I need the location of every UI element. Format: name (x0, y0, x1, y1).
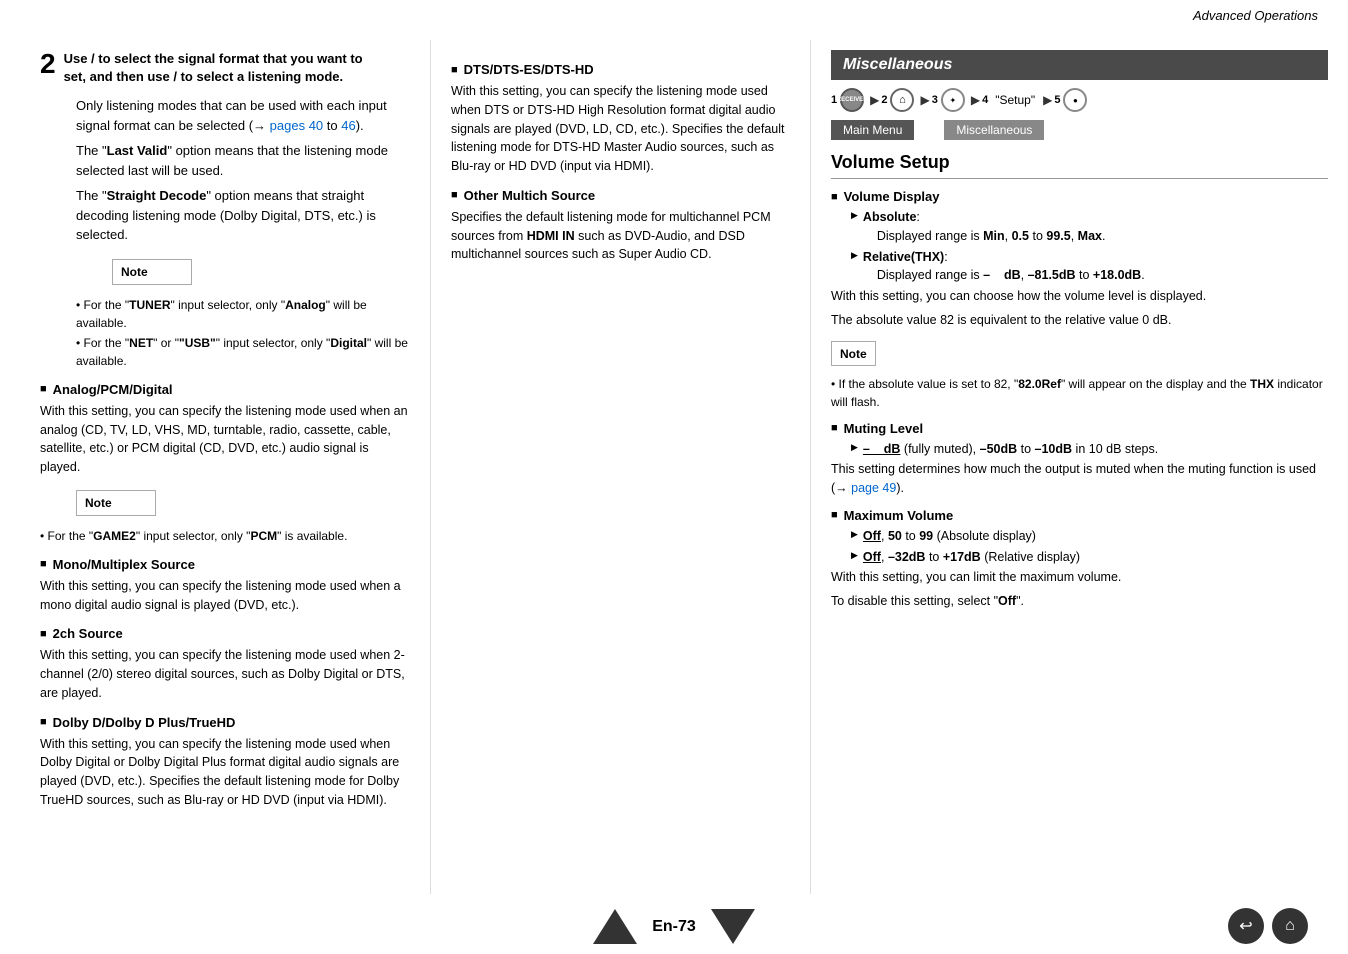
nav-step-1: 1 RECEIVER (831, 88, 866, 112)
bullet-relative-text: Relative(THX): Displayed range is – dB, … (863, 248, 1145, 286)
main-note-box: Note (112, 259, 192, 285)
volume-note-label: Note (840, 347, 867, 361)
maxvol-body1: With this setting, you can limit the max… (831, 568, 1328, 587)
analog-note-box: Note (76, 490, 156, 516)
section-mono-body: With this setting, you can specify the l… (40, 577, 410, 615)
advanced-operations-header: Advanced Operations (1193, 8, 1318, 23)
page: Advanced Operations 2 Use / to select th… (0, 0, 1348, 954)
content-area: 2 Use / to select the signal format that… (0, 40, 1348, 894)
analog-note-item-1: • For the "GAME2" input selector, only "… (40, 527, 410, 545)
back-icon[interactable]: ↩ (1228, 908, 1264, 944)
bottom-right-icons: ↩ ⌂ (1228, 908, 1308, 944)
right-column: Miscellaneous 1 RECEIVER ▶ 2 ⌂ ▶ 3 (810, 40, 1348, 894)
breadcrumb-main-menu[interactable]: Main Menu (831, 120, 914, 140)
volume-display-note-container: Note • If the absolute value is set to 8… (831, 335, 1328, 411)
main-note-content: • For the "TUNER" input selector, only "… (76, 296, 410, 370)
volume-display-note-box: Note (831, 341, 876, 366)
step-number: 2 (40, 50, 56, 78)
header-title: Advanced Operations (1193, 8, 1318, 23)
section-dolby-body: With this setting, you can specify the l… (40, 735, 410, 810)
section-multich-body: Specifies the default listening mode for… (451, 208, 790, 264)
misc-title: Miscellaneous (843, 56, 952, 73)
section-mono-heading: Mono/Multiplex Source (40, 557, 410, 572)
nav-step-5: 5 ● (1054, 88, 1089, 112)
analog-note-content: • For the "GAME2" input selector, only "… (40, 527, 410, 545)
step-intro1: Only listening modes that can be used wi… (76, 96, 410, 135)
nav-arrow-4: ▶ (1043, 93, 1052, 107)
analog-note-label: Note (85, 496, 147, 510)
note-item-1: • For the "TUNER" input selector, only "… (76, 296, 410, 332)
nav-circle-5-icon[interactable]: ● (1063, 88, 1087, 112)
next-page-button[interactable] (711, 909, 755, 944)
bullet-maxvol-1-text: Off, 50 to 99 (Absolute display) (863, 527, 1036, 546)
page-49-link[interactable]: page 49 (851, 481, 896, 495)
misc-header-box: Miscellaneous (831, 50, 1328, 80)
bullet-absolute-text: Absolute: Displayed range is Min, 0.5 to… (863, 208, 1106, 246)
main-note-container: Note • For the "TUNER" input selector, o… (76, 251, 410, 370)
bullet-absolute: Absolute: Displayed range is Min, 0.5 to… (851, 208, 1328, 246)
step-header: 2 Use / to select the signal format that… (40, 50, 410, 86)
middle-column: DTS/DTS-ES/DTS-HD With this setting, you… (430, 40, 810, 894)
volume-display-body2: The absolute value 82 is equivalent to t… (831, 311, 1328, 330)
volume-setup-title: Volume Setup (831, 152, 1328, 179)
volume-note-item-1: • If the absolute value is set to 82, "8… (831, 375, 1328, 411)
step-intro2: The "Last Valid" option means that the l… (76, 141, 410, 180)
step-line1: Use / to select the signal format that y… (64, 50, 363, 68)
bottom-nav: En-73 ↩ ⌂ (0, 894, 1348, 954)
step-intro3: The "Straight Decode" option means that … (76, 186, 410, 245)
volume-display-body1: With this setting, you can choose how th… (831, 287, 1328, 306)
maxvol-body2: To disable this setting, select "Off". (831, 592, 1328, 611)
nav-step-2: 2 ⌂ (881, 88, 916, 112)
section-2ch-body: With this setting, you can specify the l… (40, 646, 410, 702)
volume-display-note-content: • If the absolute value is set to 82, "8… (831, 375, 1328, 411)
section-dts-heading: DTS/DTS-ES/DTS-HD (451, 62, 790, 77)
setup-label: "Setup" (995, 93, 1035, 107)
bullet-maxvol-1: Off, 50 to 99 (Absolute display) (851, 527, 1328, 546)
home-bottom-icon[interactable]: ⌂ (1272, 908, 1308, 944)
note-item-2: • For the "NET" or ""USB"" input selecto… (76, 334, 410, 370)
section-2ch-heading: 2ch Source (40, 626, 410, 641)
analog-note-container: Note • For the "GAME2" input selector, o… (40, 482, 410, 545)
page-link-46[interactable]: 46 (341, 118, 355, 133)
left-column: 2 Use / to select the signal format that… (0, 40, 430, 894)
bullet-muting-text: – dB (fully muted), –50dB to –10dB in 10… (863, 440, 1158, 459)
section-muting-heading: Muting Level (831, 421, 1328, 436)
section-analog-heading: Analog/PCM/Digital (40, 382, 410, 397)
section-maxvol-heading: Maximum Volume (831, 508, 1328, 523)
bullet-muting: – dB (fully muted), –50dB to –10dB in 10… (851, 440, 1328, 459)
section-dolby-heading: Dolby D/Dolby D Plus/TrueHD (40, 715, 410, 730)
receiver-icon[interactable]: RECEIVER (840, 88, 864, 112)
nav-step-3: 3 ✦ (932, 88, 967, 112)
bullet-relative: Relative(THX): Displayed range is – dB, … (851, 248, 1328, 286)
nav-arrow-1: ▶ (870, 93, 879, 107)
muting-body: This setting determines how much the out… (831, 460, 1328, 498)
breadcrumb-bar: Main Menu Miscellaneous (831, 120, 1328, 140)
bullet-maxvol-2: Off, –32dB to +17dB (Relative display) (851, 548, 1328, 567)
note-label: Note (121, 265, 183, 279)
breadcrumb-miscellaneous[interactable]: Miscellaneous (944, 120, 1044, 140)
home-icon[interactable]: ⌂ (890, 88, 914, 112)
page-number: En-73 (652, 918, 696, 936)
section-volume-display-heading: Volume Display (831, 189, 1328, 204)
prev-page-button[interactable] (593, 909, 637, 944)
nav-step-4: 4 "Setup" (982, 93, 1039, 107)
bullet-maxvol-2-text: Off, –32dB to +17dB (Relative display) (863, 548, 1080, 567)
nav-arrow-3: ▶ (971, 93, 980, 107)
page-label: En-73 (652, 918, 696, 936)
section-dts-body: With this setting, you can specify the l… (451, 82, 790, 176)
section-analog-body: With this setting, you can specify the l… (40, 402, 410, 477)
section-multich-heading: Other Multich Source (451, 188, 790, 203)
step-line2: set, and then use / to select a listenin… (64, 68, 363, 86)
nav-circle-3-icon[interactable]: ✦ (941, 88, 965, 112)
page-link-40[interactable]: pages 40 (270, 118, 324, 133)
nav-arrow-2: ▶ (920, 93, 929, 107)
nav-steps: 1 RECEIVER ▶ 2 ⌂ ▶ 3 ✦ ▶ 4 " (831, 88, 1328, 112)
